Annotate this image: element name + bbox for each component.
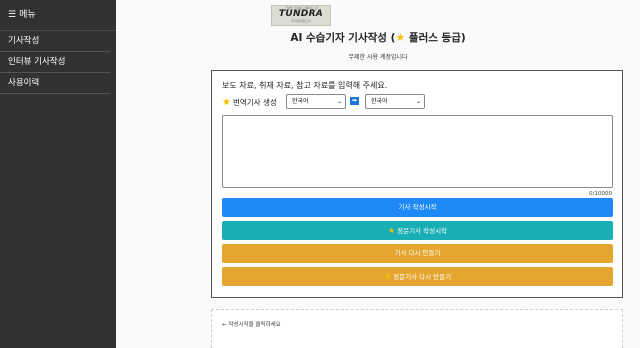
star-icon: ★ [222, 96, 231, 108]
premium-write-label: 정문기사 작성시작 [397, 227, 448, 235]
page-title-prefix: AI 수습기자 기사작성 ( [290, 32, 396, 44]
star-icon: ★ [383, 272, 392, 281]
input-card: 보도 자료, 취재 자료, 참고 자료를 입력해 주세요. ★ 번역기사 생성 … [211, 70, 623, 298]
star-icon: ★ [395, 31, 406, 44]
premium-write-button[interactable]: ★ 정문기사 작성시작 [222, 221, 613, 240]
sidebar: ☰ 메뉴 기사작성 인터뷰 기사작성 사용이력 [0, 0, 116, 348]
rewrite-article-button[interactable]: 기사 다시 만들기 [222, 244, 613, 263]
chevron-down-icon: ⌄ [415, 98, 421, 105]
arrow-icon: ← [222, 322, 227, 328]
sidebar-item-interview-article[interactable]: 인터뷰 기사작성 [0, 52, 110, 73]
menu-title: 메뉴 [19, 10, 36, 20]
account-notice: 무제한 사용 계정입니다 [348, 54, 408, 61]
chevron-down-icon: ⌄ [336, 98, 342, 105]
translate-label: 번역기사 생성 [232, 97, 277, 107]
rewrite-article-label: 기사 다시 만들기 [394, 249, 441, 257]
sidebar-item-write-article[interactable]: 기사작성 [0, 31, 110, 52]
premium-rewrite-button[interactable]: ★ 정문기사 다시 만들기 [222, 267, 613, 286]
menu-header[interactable]: ☰ 메뉴 [0, 0, 116, 31]
source-language-value: 한국어 [292, 98, 309, 105]
arrow-right-icon: ➡ [350, 97, 359, 105]
write-article-button[interactable]: 기사 작성시작 [222, 198, 613, 217]
page-title-suffix: 플러스 등급) [405, 32, 466, 44]
tundra-logo: 그날을 그날에 기록하는 힘 TUNDRA 주식회사툰드라 [271, 5, 331, 26]
page-title: AI 수습기자 기사작성 (★ 플러스 등급) [116, 30, 640, 45]
target-language-value: 한국어 [371, 98, 388, 105]
logo-brand: TUNDRA [278, 9, 324, 19]
star-icon: ★ [387, 226, 396, 235]
premium-rewrite-label: 정문기사 다시 만들기 [393, 273, 452, 281]
source-language-select[interactable]: 한국어 ⌄ [286, 94, 346, 109]
char-counter: 0/10000 [589, 191, 612, 197]
write-article-label: 기사 작성시작 [398, 203, 437, 211]
sidebar-item-usage-history[interactable]: 사용이력 [0, 73, 110, 94]
input-instruction: 보도 자료, 취재 자료, 참고 자료를 입력해 주세요. [222, 81, 388, 90]
translate-row: ★ 번역기사 생성 [222, 95, 277, 109]
target-language-select[interactable]: 한국어 ⌄ [365, 94, 425, 109]
logo-subtitle: 주식회사툰드라 [291, 19, 311, 23]
source-text-input[interactable] [222, 115, 613, 188]
hamburger-icon[interactable]: ☰ [8, 10, 16, 20]
result-placeholder: ← 작성시작을 클릭하세요 [222, 320, 281, 328]
result-panel: ← 작성시작을 클릭하세요 [211, 309, 623, 348]
result-label: 작성시작을 클릭하세요 [228, 322, 281, 328]
